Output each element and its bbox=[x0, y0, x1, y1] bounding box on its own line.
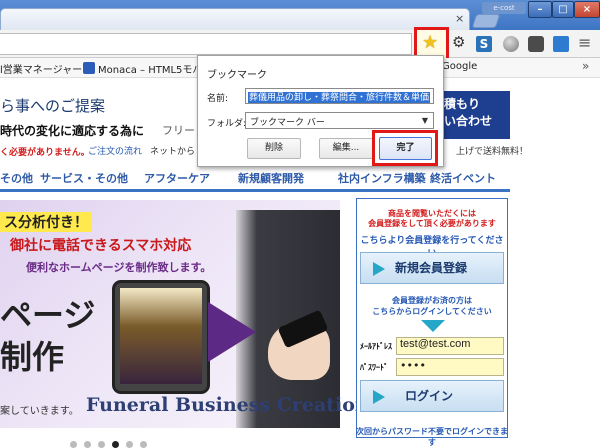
menu-icon[interactable]: ≡ bbox=[578, 33, 591, 52]
gear-icon[interactable]: ⚙ bbox=[452, 33, 468, 51]
free-text: フリー bbox=[162, 124, 195, 137]
play-icon bbox=[373, 390, 385, 404]
password-field[interactable]: •••• bbox=[396, 358, 504, 376]
bookmark-item[interactable]: Monaca – HTML5モバイ bbox=[98, 61, 212, 76]
bookmark-item[interactable]: Google bbox=[442, 61, 477, 72]
maximize-button[interactable]: □ bbox=[552, 1, 574, 18]
nav-item[interactable]: 終活イベント bbox=[430, 170, 496, 186]
register-button-label: 新規会員登録 bbox=[395, 261, 468, 275]
ball-extension-icon[interactable] bbox=[503, 36, 519, 52]
register-button[interactable]: 新規会員登録 bbox=[360, 252, 504, 284]
done-button[interactable]: 完了 bbox=[379, 137, 432, 160]
site-subtitle: 時代の変化に適応する為に bbox=[0, 124, 145, 138]
login-button-label: ログイン bbox=[405, 389, 454, 403]
red-notice: く必要がありません。 bbox=[0, 148, 90, 158]
bookmark-item[interactable]: l営業マネージャー bbox=[0, 61, 82, 76]
address-bar[interactable] bbox=[0, 33, 412, 55]
slider-dot[interactable] bbox=[84, 441, 91, 448]
more-bookmarks-icon[interactable]: » bbox=[582, 59, 589, 73]
network-text: ネットから bbox=[150, 147, 196, 157]
edit-button[interactable]: 編集... bbox=[319, 138, 373, 159]
bookmark-name-field[interactable]: 葬儀用品の卸し・葬祭問合・旅行件数＆単価 bbox=[245, 88, 434, 104]
nav-item[interactable]: 新規顧客開発 bbox=[238, 170, 304, 186]
panel-notice: 会員登録をして頂く必要があります bbox=[368, 219, 496, 228]
hero-subline: 便利なホームページを制作致します。 bbox=[26, 261, 212, 274]
delete-button[interactable]: 削除 bbox=[247, 138, 301, 159]
shipping-text: 上げで送料無料！ bbox=[456, 147, 529, 157]
nav-item[interactable]: アフターケア bbox=[144, 170, 210, 186]
email-label: ﾒｰﾙｱﾄﾞﾚｽ bbox=[360, 342, 392, 351]
cast-extension-icon[interactable] bbox=[553, 36, 569, 52]
chevron-down-icon: ▼ bbox=[421, 116, 428, 125]
slider-dot[interactable] bbox=[112, 441, 119, 448]
slider-dot[interactable] bbox=[70, 441, 77, 448]
hero-big-text: ページ bbox=[0, 296, 96, 334]
down-arrow-icon bbox=[421, 320, 445, 332]
phone-screen-image bbox=[120, 288, 202, 384]
folder-label: フォルダ: bbox=[207, 119, 247, 129]
site-title: ら事へのご提案 bbox=[0, 97, 106, 115]
login-button[interactable]: ログイン bbox=[360, 380, 504, 412]
contact-button[interactable]: 積もり い合わせ bbox=[436, 91, 510, 139]
slider-dot[interactable] bbox=[140, 441, 147, 448]
name-label: 名前: bbox=[207, 94, 229, 104]
slider-dots bbox=[70, 438, 154, 448]
folder-value: ブックマーク バー bbox=[250, 118, 325, 128]
password-label: ﾊﾟｽﾜｰﾄﾞ bbox=[360, 363, 388, 372]
nav-item[interactable]: その他 bbox=[0, 170, 33, 186]
play-icon bbox=[373, 262, 385, 276]
s-extension-icon[interactable]: S bbox=[476, 36, 492, 52]
bookmark-name-value: 葬儀用品の卸し・葬祭問合・旅行件数＆単価 bbox=[248, 92, 431, 103]
hero-bottom-text: 案していきます。 bbox=[0, 406, 79, 417]
minimize-button[interactable]: – bbox=[528, 1, 552, 18]
monaca-favicon-icon bbox=[83, 62, 95, 74]
panel-login-hint: 会員登録がお済の方は bbox=[392, 296, 472, 305]
contact-line: い合わせ bbox=[444, 114, 493, 128]
folder-select[interactable]: ブックマーク バー ▼ bbox=[245, 112, 434, 129]
hero-brand: Funeral Business Creation bbox=[86, 394, 369, 416]
panel-footer-text: 次回からパスワード不要でログインできます bbox=[356, 427, 508, 447]
close-window-button[interactable]: × bbox=[574, 1, 600, 18]
order-flow-link[interactable]: ご注文の流れ bbox=[88, 144, 142, 157]
panel-login-hint: こちらからログインしてください bbox=[372, 307, 492, 316]
new-tab-button[interactable] bbox=[471, 14, 501, 28]
profile-label[interactable]: e-cost bbox=[482, 2, 526, 14]
hero-headline: 御社に電話できるスマホ対応 bbox=[10, 238, 192, 254]
star-icon[interactable]: ★ bbox=[422, 32, 438, 53]
callout-arrow-icon bbox=[208, 302, 256, 362]
nav-item[interactable]: 社内インフラ構築 bbox=[338, 170, 426, 186]
slider-dot[interactable] bbox=[98, 441, 105, 448]
hero-tag: ス分析付き！ bbox=[0, 212, 92, 232]
email-field[interactable]: test@test.com bbox=[396, 337, 504, 355]
nav-item[interactable]: サービス・その他 bbox=[40, 170, 128, 186]
tab-close-icon[interactable]: × bbox=[455, 12, 464, 25]
puzzle-extension-icon[interactable] bbox=[528, 36, 544, 52]
browser-tab[interactable] bbox=[0, 8, 470, 30]
contact-line: 積もり bbox=[444, 97, 481, 111]
hero-big-text: 制作 bbox=[0, 338, 65, 376]
slider-dot[interactable] bbox=[126, 441, 133, 448]
dialog-title: ブックマーク bbox=[207, 70, 267, 81]
